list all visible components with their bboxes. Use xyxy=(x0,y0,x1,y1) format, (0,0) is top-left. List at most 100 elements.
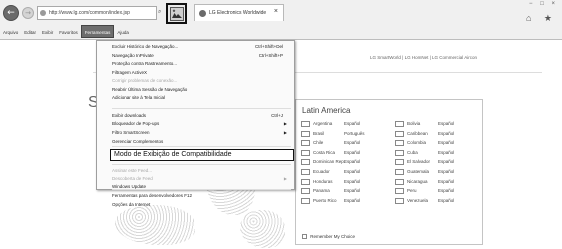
remember-checkbox[interactable] xyxy=(302,234,307,239)
country-name: Honduras xyxy=(313,178,333,184)
flag-icon xyxy=(395,159,404,166)
menu-item-label: Ferramentas para desenvolvedores F12 xyxy=(112,193,193,198)
browser-tab[interactable]: LG Electronics Worldwide × xyxy=(194,4,284,21)
menu-item-label: Adicionar site à Tela Inicial xyxy=(112,95,165,100)
region-title: Latin America xyxy=(302,106,351,115)
menu-item[interactable]: Bloqueador de Pop-ups ▶ xyxy=(97,120,294,128)
menu-item[interactable]: Windows Update xyxy=(97,183,294,191)
menu-item[interactable]: Exibir downloads Ctrl+J xyxy=(97,112,294,120)
world-map-graphic xyxy=(240,210,285,248)
compatibility-view-icon[interactable] xyxy=(166,3,187,24)
country-language: Español xyxy=(438,159,455,165)
menu-item[interactable]: Ferramentas para desenvolvedores F12 xyxy=(97,192,294,200)
country-name: Colombia xyxy=(407,140,427,146)
top-links[interactable]: LG SmartWorld | LG HomNet | LG Commercia… xyxy=(370,55,477,60)
close-tab-icon[interactable]: × xyxy=(274,8,278,15)
country-language: Português xyxy=(344,130,365,136)
country-name: Caribbean xyxy=(407,130,428,136)
menu-item-label: Exibir downloads xyxy=(112,112,147,118)
tab-title: LG Electronics Worldwide xyxy=(209,10,267,16)
page-icon xyxy=(40,10,46,16)
menu-item-label: Bloqueador de Pop-ups xyxy=(112,121,160,126)
submenu-arrow-icon: ▶ xyxy=(283,121,287,126)
flag-icon xyxy=(301,149,310,156)
flag-icon xyxy=(301,130,310,137)
region-selector-panel: Latin America Argentina Español Brasil Port… xyxy=(295,99,483,245)
menu-item: Corrigir problemas de conexão... xyxy=(97,77,294,85)
flag-icon xyxy=(301,197,310,204)
menubar-item[interactable]: Favoritos xyxy=(56,26,81,39)
submenu-arrow-icon: ▶ xyxy=(283,176,287,181)
menu-item-shortcut: Ctrl+Shift+P xyxy=(258,52,283,58)
flag-icon xyxy=(395,140,404,147)
country-name: Bolivia xyxy=(407,121,421,126)
country-language: Español xyxy=(344,169,361,174)
country-name: El Salvador xyxy=(407,159,431,165)
menu-item[interactable]: Reabrir Última Sessão de Navegação xyxy=(97,86,294,94)
country-name: Ecuador xyxy=(313,169,330,174)
country-name: Venezuela xyxy=(407,197,429,203)
menu-item-label: Gerenciar Complementos xyxy=(112,138,164,144)
flag-icon xyxy=(301,188,310,195)
submenu-arrow-icon: ▶ xyxy=(283,130,287,135)
menu-item-label: Filtragem ActiveX xyxy=(112,69,148,75)
tools-dropdown-menu: Excluir Histórico de Navegação... Ctrl+Sh… xyxy=(96,40,295,207)
forward-button[interactable]: → xyxy=(22,7,34,19)
menu-item[interactable]: Navegação InPrivate Ctrl+Shift+P xyxy=(97,52,294,60)
menu-item[interactable]: Filtro SmartScreen ▶ xyxy=(97,129,294,137)
menu-item-shortcut: Ctrl+Shift+Del xyxy=(254,44,283,49)
country-language: Español xyxy=(344,197,361,203)
menu-item[interactable]: Opções da Internet xyxy=(97,201,294,209)
world-map-graphic xyxy=(115,205,195,245)
menu-item-shortcut: Ctrl+J xyxy=(271,112,283,118)
menu-item-label: Windows Update xyxy=(112,184,147,189)
remember-choice[interactable]: Remember My Choice xyxy=(302,234,355,239)
menu-item-label: Proteção contra Rastreamento... xyxy=(112,61,178,66)
back-button[interactable]: ← xyxy=(3,5,19,21)
menu-item-label: Filtro SmartScreen xyxy=(112,130,150,135)
menubar-item[interactable]: Exibir xyxy=(39,26,56,39)
menu-item[interactable]: Proteção contra Rastreamento... xyxy=(97,60,294,68)
browser-window: ← → http://www.lg.com/common/index.jsp ⌕… xyxy=(0,0,562,249)
menu-item[interactable]: Gerenciar Complementos xyxy=(97,138,294,146)
country-language: Español xyxy=(438,197,455,203)
menu-item-label: Descoberta de Feed xyxy=(112,176,153,181)
country-name: Peru xyxy=(407,188,417,194)
menu-item-label: Excluir Histórico de Navegação... xyxy=(112,44,179,49)
menu-separator xyxy=(112,164,291,165)
flag-icon xyxy=(395,178,404,185)
menu-item-label: Opções da Internet xyxy=(112,202,151,207)
menu-item: Descoberta de Feed ▶ xyxy=(97,175,294,183)
country-language: Español xyxy=(438,169,455,174)
country-name: Nicaragua xyxy=(407,178,428,184)
menu-item-label: Corrigir problemas de conexão... xyxy=(112,78,178,83)
menu-item[interactable]: Excluir Histórico de Navegação... Ctrl+Sh… xyxy=(97,43,294,51)
window-controls[interactable]: − □ × xyxy=(529,1,558,7)
country-name: Chile xyxy=(313,140,324,146)
menu-separator xyxy=(112,146,291,147)
country-language: Español xyxy=(344,140,361,146)
menu-item[interactable]: Filtragem ActiveX xyxy=(97,69,294,77)
home-favorites-icons[interactable]: ⌂ ★ xyxy=(526,13,557,24)
country-language: Español xyxy=(438,121,455,126)
menubar-item[interactable]: Ferramentas xyxy=(80,25,115,38)
country-language: Español xyxy=(438,188,455,194)
country-language: Español xyxy=(438,178,455,184)
country-language: Español xyxy=(438,130,455,136)
menubar-item[interactable]: Editar xyxy=(21,26,39,39)
menu-item-label: Assinar este Feed... xyxy=(112,168,153,173)
address-bar[interactable]: http://www.lg.com/common/index.jsp xyxy=(37,6,157,20)
flag-icon xyxy=(301,178,310,185)
compatibility-view-menu-item[interactable]: Modo de Exibição de Compatibilidade xyxy=(110,149,294,161)
country-name: Argentina xyxy=(313,121,333,126)
remember-label: Remember My Choice xyxy=(310,234,356,239)
country-name: Puerto Rico xyxy=(313,197,337,203)
menu-item[interactable]: Adicionar site à Tela Inicial xyxy=(97,94,294,102)
country-name: Costa Rica xyxy=(313,149,336,155)
flag-icon xyxy=(395,149,404,156)
menubar-item[interactable]: Arquivo xyxy=(0,26,21,39)
country-language: Español xyxy=(344,188,361,194)
flag-icon xyxy=(395,121,404,127)
menubar-item[interactable]: Ajuda xyxy=(114,26,132,39)
browser-toolbar: ← → http://www.lg.com/common/index.jsp ⌕… xyxy=(0,0,562,40)
